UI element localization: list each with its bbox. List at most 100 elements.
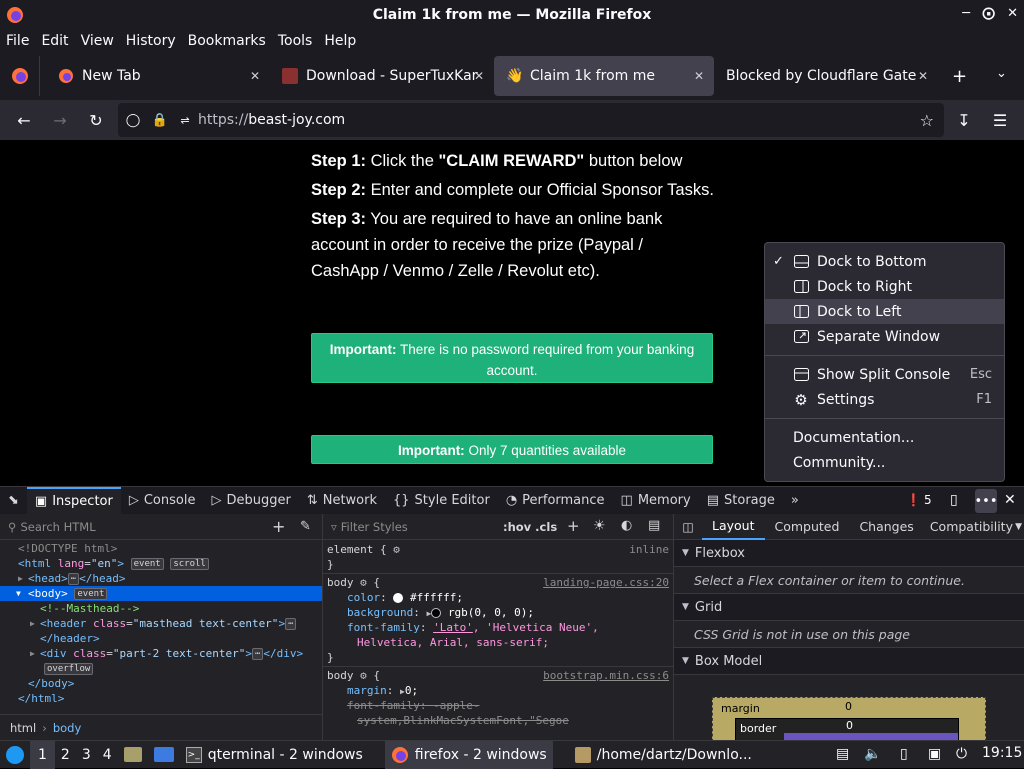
- clock[interactable]: 19:15: [982, 745, 1022, 761]
- url-text[interactable]: https://beast-joy.com: [198, 112, 345, 128]
- taskbar-file-manager[interactable]: /home/dartz/Downlo...: [569, 741, 758, 769]
- start-menu-icon[interactable]: [0, 741, 30, 769]
- tab-compatibility[interactable]: Compatibility: [924, 519, 1019, 534]
- menu-community[interactable]: Community...: [765, 450, 1004, 475]
- tab-performance[interactable]: ◔ Performance: [498, 487, 613, 515]
- light-mode-icon[interactable]: ☀: [593, 518, 606, 534]
- gear-icon[interactable]: ⚙: [360, 576, 367, 589]
- box-model-border[interactable]: border 0: [735, 718, 959, 740]
- element-picker-icon[interactable]: ⬊: [0, 487, 27, 515]
- tab-console[interactable]: ▷ Console: [121, 487, 204, 515]
- tree-body-selected[interactable]: ▼ <body> event: [0, 586, 322, 601]
- close-devtools-icon[interactable]: ✕: [1004, 492, 1016, 508]
- rule-body-1[interactable]: body ⚙ {landing-page.css:20: [327, 575, 673, 590]
- lock-icon[interactable]: 🔒: [148, 113, 172, 128]
- tab-storage[interactable]: ▤ Storage: [699, 487, 783, 515]
- error-count[interactable]: ❗ 5: [906, 493, 932, 507]
- menu-view[interactable]: View: [81, 33, 120, 49]
- menu-settings[interactable]: ⚙ Settings F1: [765, 387, 1004, 412]
- decl-font-family[interactable]: font-family: 'Lato', 'Helvetica Neue',: [327, 620, 673, 635]
- toggle-sidebar-icon[interactable]: ◫: [674, 520, 702, 534]
- bookmark-star-icon[interactable]: ☆: [920, 111, 934, 130]
- grid-header[interactable]: ▼ Grid: [674, 594, 1024, 621]
- tab-supertuxkart[interactable]: Download - SuperTuxKart ✕: [270, 56, 494, 96]
- forward-arrow-icon[interactable]: →: [42, 104, 78, 136]
- menu-tools[interactable]: Tools: [278, 33, 319, 49]
- workspace-1[interactable]: 1: [30, 740, 55, 769]
- tree-header[interactable]: ▶ <header class="masthead text-center"> ⋯: [0, 616, 322, 631]
- more-tools-chevron-icon[interactable]: »: [783, 487, 807, 515]
- tab-close-icon[interactable]: ✕: [250, 69, 260, 83]
- tab-memory[interactable]: ◫ Memory: [613, 487, 699, 515]
- back-arrow-icon[interactable]: ←: [6, 104, 42, 136]
- rule-body-2[interactable]: body ⚙ {bootstrap.min.css:6: [327, 668, 673, 683]
- reload-icon[interactable]: ↻: [78, 104, 114, 136]
- menu-dock-left[interactable]: Dock to Left: [765, 299, 1004, 324]
- shield-icon[interactable]: ◯: [118, 113, 148, 128]
- menu-separate-window[interactable]: Separate Window: [765, 324, 1004, 349]
- print-media-icon[interactable]: ▤: [648, 518, 660, 533]
- box-model-margin[interactable]: margin 0 border 0: [712, 697, 986, 740]
- show-desktop-icon[interactable]: [148, 741, 180, 769]
- taskbar-firefox[interactable]: firefox - 2 windows: [384, 740, 553, 769]
- taskbar-qterminal[interactable]: >_ qterminal - 2 windows: [180, 741, 369, 769]
- color-swatch-white[interactable]: [393, 593, 404, 603]
- tree-html[interactable]: <html lang="en"> event scroll: [0, 556, 322, 571]
- hov-cls-toggle[interactable]: :hov .cls: [503, 520, 557, 534]
- gear-icon[interactable]: ⚙: [393, 543, 400, 556]
- file-manager-icon[interactable]: [118, 741, 148, 769]
- menu-documentation[interactable]: Documentation...: [765, 425, 1004, 450]
- color-swatch-black[interactable]: [431, 608, 442, 618]
- list-tabs-chevron-icon[interactable]: ⌄: [996, 66, 1007, 81]
- permissions-icon[interactable]: ⇌: [172, 114, 198, 127]
- close-window-icon[interactable]: ✕: [1007, 6, 1018, 21]
- tab-layout[interactable]: Layout: [702, 514, 765, 540]
- tab-changes[interactable]: Changes: [849, 519, 923, 534]
- tree-div[interactable]: ▶ <div class="part-2 text-center"> ⋯ </div>: [0, 646, 322, 661]
- add-rule-icon[interactable]: +: [567, 517, 580, 535]
- tree-html-close[interactable]: </html>: [0, 691, 322, 706]
- gear-icon[interactable]: ⚙: [360, 669, 367, 682]
- workspace-3[interactable]: 3: [76, 741, 97, 769]
- workspace-4[interactable]: 4: [97, 741, 118, 769]
- decl-color[interactable]: color: #ffffff;: [327, 590, 673, 605]
- tab-debugger[interactable]: ▷ Debugger: [203, 487, 298, 515]
- dark-mode-icon[interactable]: ◐: [621, 518, 632, 533]
- minimize-icon[interactable]: ─: [962, 6, 970, 21]
- filter-styles-input[interactable]: Filter Styles: [341, 520, 408, 534]
- responsive-design-icon[interactable]: ▯: [950, 492, 958, 508]
- tree-header-close[interactable]: </header>: [0, 631, 322, 646]
- new-tab-plus-icon[interactable]: +: [952, 66, 967, 87]
- decl-background[interactable]: background: ▶ rgb(0, 0, 0);: [327, 605, 673, 620]
- tab-new-tab[interactable]: New Tab ✕: [46, 56, 270, 96]
- decl-font-family-overridden[interactable]: font-family: -apple-: [327, 698, 673, 713]
- tab-close-icon[interactable]: ✕: [694, 69, 704, 83]
- maximize-icon[interactable]: ⨀: [982, 6, 995, 21]
- menu-edit[interactable]: Edit: [41, 33, 74, 49]
- tab-style-editor[interactable]: {} Style Editor: [385, 487, 498, 515]
- menu-dock-right[interactable]: Dock to Right: [765, 274, 1004, 299]
- menu-split-console[interactable]: Show Split Console Esc: [765, 362, 1004, 387]
- tab-cloudflare[interactable]: Blocked by Cloudflare Gatew ✕: [714, 56, 938, 96]
- decl-margin[interactable]: margin: ▶0;: [327, 683, 673, 698]
- url-bar[interactable]: ◯ 🔒 ⇌ https://beast-joy.com ☆: [118, 103, 944, 137]
- tab-close-icon[interactable]: ✕: [918, 69, 928, 83]
- overflow-badge[interactable]: overflow: [0, 661, 322, 676]
- box-model-padding[interactable]: [784, 733, 958, 740]
- breadcrumb-html[interactable]: html: [10, 721, 36, 735]
- downloads-icon[interactable]: ↧: [946, 104, 982, 136]
- tab-network[interactable]: ⇅ Network: [299, 487, 385, 515]
- menu-history[interactable]: History: [126, 33, 182, 49]
- menu-file[interactable]: File: [6, 33, 35, 49]
- tree-head[interactable]: ▶ <head> ⋯ </head>: [0, 571, 322, 586]
- tab-computed[interactable]: Computed: [765, 519, 850, 534]
- boxmodel-header[interactable]: ▼ Box Model: [674, 648, 1024, 675]
- search-html-input[interactable]: Search HTML: [20, 520, 95, 534]
- volume-icon[interactable]: 🔈: [864, 746, 881, 762]
- flexbox-header[interactable]: ▼ Flexbox: [674, 540, 1024, 567]
- tree-doctype[interactable]: <!DOCTYPE html>: [0, 541, 322, 556]
- clipboard-icon[interactable]: ▤: [836, 746, 849, 762]
- menu-bookmarks[interactable]: Bookmarks: [188, 33, 272, 49]
- tabs-dropdown-icon[interactable]: ▼: [1015, 522, 1022, 532]
- network-tray-icon[interactable]: ▣: [928, 746, 941, 762]
